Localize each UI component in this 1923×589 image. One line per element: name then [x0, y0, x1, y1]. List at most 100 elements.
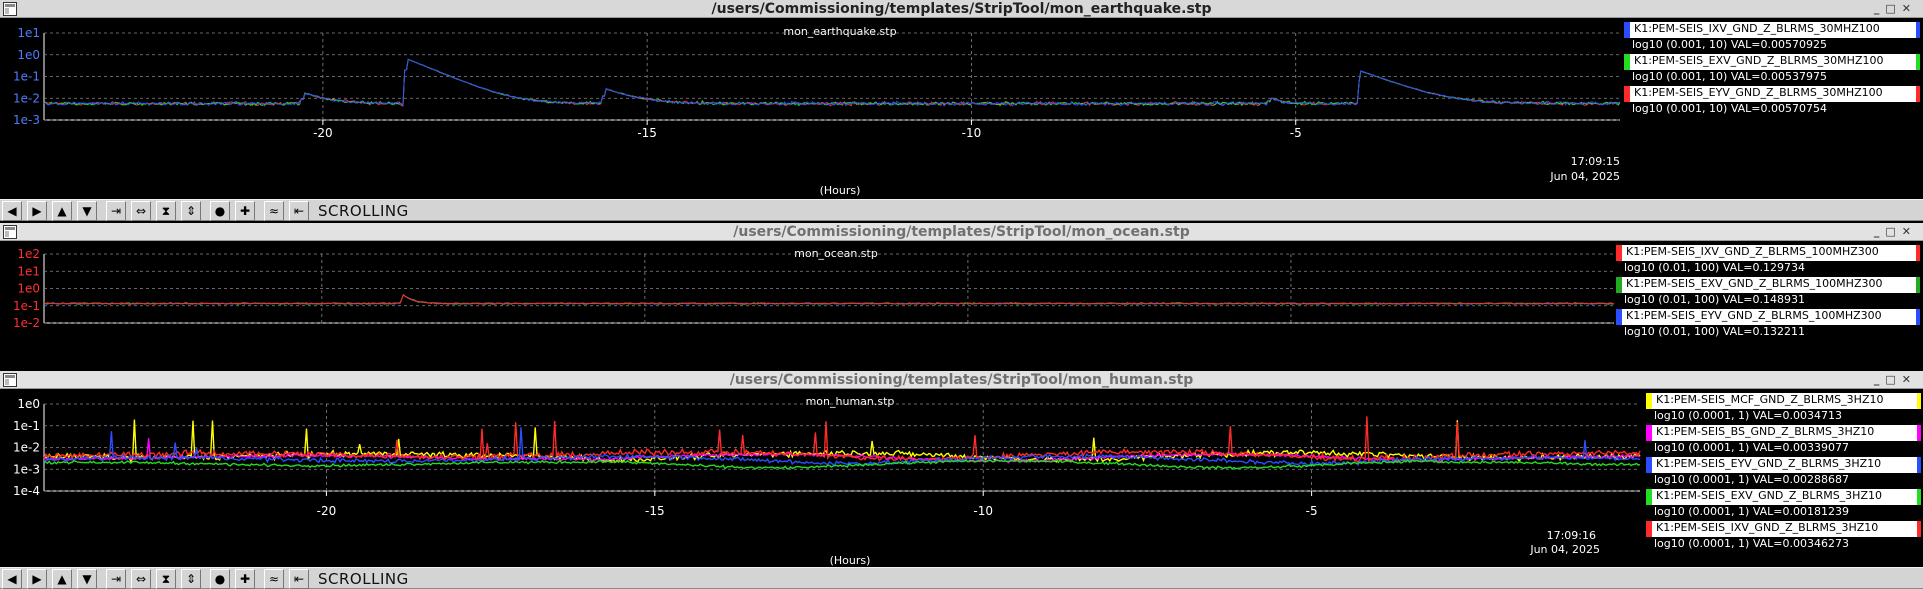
- series-trace: [43, 427, 1641, 467]
- legend-entry-name[interactable]: K1:PEM-SEIS_MCF_GND_Z_BLRMS_3HZ10: [1646, 393, 1921, 409]
- graph-options-icon[interactable]: ≈: [264, 569, 284, 589]
- ocean-legend: K1:PEM-SEIS_IXV_GND_Z_BLRMS_100MHZ300 lo…: [1616, 243, 1920, 339]
- window-titlebar[interactable]: /users/Commissioning/templates/StripTool…: [0, 371, 1923, 389]
- striptool-toolbar: ◀ ▶ ▲ ▼ ⇥ ⇔ ⧗ ⇕ ● ✚ ≈ ⇤ SCROLLING: [0, 567, 1923, 589]
- arrow-up-icon[interactable]: ▲: [52, 201, 72, 221]
- arrow-down-icon[interactable]: ▼: [77, 569, 97, 589]
- y-tick-label: 1e-4: [13, 484, 40, 498]
- add-icon[interactable]: ✚: [235, 569, 255, 589]
- x-axis-label: (Hours): [830, 554, 871, 567]
- legend-entry-name[interactable]: K1:PEM-SEIS_IXV_GND_Z_BLRMS_30MHZ100: [1624, 22, 1920, 38]
- series-trace: [44, 294, 1615, 306]
- legend-entry-name[interactable]: K1:PEM-SEIS_IXV_GND_Z_BLRMS_3HZ10: [1646, 521, 1921, 537]
- human-window: /users/Commissioning/templates/StripTool…: [0, 371, 1923, 589]
- plot-title: mon_ocean.stp: [794, 247, 878, 260]
- close-icon[interactable]: ✕: [1902, 223, 1917, 241]
- legend-entry-name[interactable]: K1:PEM-SEIS_BS_GND_Z_BLRMS_3HZ10: [1646, 425, 1921, 441]
- earthquake-legend: K1:PEM-SEIS_IXV_GND_Z_BLRMS_30MHZ100 log…: [1624, 20, 1920, 116]
- maximize-icon[interactable]: □: [1885, 0, 1901, 18]
- earthquake-window: /users/Commissioning/templates/StripTool…: [0, 0, 1923, 225]
- y-tick-label: 1e0: [17, 48, 40, 62]
- x-tick-label: -5: [1306, 504, 1318, 518]
- y-tick-label: 1e-3: [13, 462, 40, 476]
- legend-entry-range: log10 (0.01, 100) VAL=0.132211: [1624, 325, 1806, 338]
- legend-entry-range: log10 (0.0001, 1) VAL=0.00288687: [1654, 473, 1849, 486]
- minimize-icon[interactable]: _: [1874, 223, 1886, 241]
- zoom-in-horizontal-icon[interactable]: ⇥: [106, 201, 126, 221]
- y-tick-label: 1e1: [17, 26, 40, 40]
- timestamp-date: Jun 04, 2025: [1549, 170, 1620, 183]
- timestamp-time: 17:09:16: [1547, 529, 1596, 542]
- window-titlebar[interactable]: /users/Commissioning/templates/StripTool…: [0, 0, 1923, 18]
- arrow-up-icon[interactable]: ▲: [52, 569, 72, 589]
- y-tick-label: 1e-3: [13, 113, 40, 127]
- mode-label: SCROLLING: [318, 202, 409, 220]
- maximize-icon[interactable]: □: [1885, 223, 1901, 241]
- window-title: /users/Commissioning/templates/StripTool…: [733, 224, 1190, 240]
- human-plot[interactable]: mon_human.stp 1e0 1e-1 1e-2 1e-3 1e-4 -20 -15 -…: [0, 391, 1923, 589]
- y-tick-label: 1e2: [17, 247, 40, 261]
- exit-icon[interactable]: ⇤: [289, 201, 309, 221]
- legend-entry-range: log10 (0.0001, 1) VAL=0.00346273: [1654, 537, 1849, 550]
- arrow-down-icon[interactable]: ▼: [77, 201, 97, 221]
- exit-icon[interactable]: ⇤: [289, 569, 309, 589]
- zoom-out-horizontal-icon[interactable]: ⇔: [131, 201, 151, 221]
- legend-entry-name[interactable]: K1:PEM-SEIS_EYV_GND_Z_BLRMS_100MHZ300: [1616, 309, 1920, 325]
- minimize-icon[interactable]: _: [1874, 371, 1886, 389]
- x-tick-label: -15: [645, 504, 665, 518]
- y-tick-label: 1e-2: [13, 91, 40, 105]
- window-title: /users/Commissioning/templates/StripTool…: [711, 1, 1212, 17]
- close-icon[interactable]: ✕: [1902, 0, 1917, 18]
- x-axis-label: (Hours): [820, 184, 861, 197]
- striptool-app-icon: [3, 225, 17, 239]
- plot-title: mon_earthquake.stp: [783, 25, 896, 38]
- legend-entry-range: log10 (0.001, 10) VAL=0.00570925: [1632, 38, 1827, 51]
- zoom-out-vertical-icon[interactable]: ⇕: [181, 569, 201, 589]
- zoom-out-horizontal-icon[interactable]: ⇔: [131, 569, 151, 589]
- x-tick-label: -20: [313, 126, 333, 140]
- legend-entry-name[interactable]: K1:PEM-SEIS_IXV_GND_Z_BLRMS_100MHZ300: [1616, 245, 1920, 261]
- legend-entry-range: log10 (0.0001, 1) VAL=0.00181239: [1654, 505, 1849, 518]
- maximize-icon[interactable]: □: [1885, 371, 1901, 389]
- legend-entry-name[interactable]: K1:PEM-SEIS_EXV_GND_Z_BLRMS_100MHZ300: [1616, 277, 1920, 293]
- arrow-right-icon[interactable]: ▶: [27, 569, 47, 589]
- legend-entry-range: log10 (0.001, 10) VAL=0.00570754: [1632, 102, 1827, 115]
- y-tick-label: 1e-1: [13, 299, 40, 313]
- arrow-left-icon[interactable]: ◀: [2, 201, 22, 221]
- zoom-in-vertical-icon[interactable]: ⧗: [156, 569, 176, 589]
- y-tick-label: 1e-1: [13, 70, 40, 84]
- legend-entry-name[interactable]: K1:PEM-SEIS_EYV_GND_Z_BLRMS_3HZ10: [1646, 457, 1921, 473]
- y-tick-label: 1e-1: [13, 419, 40, 433]
- add-icon[interactable]: ✚: [235, 201, 255, 221]
- legend-entry-name[interactable]: K1:PEM-SEIS_EYV_GND_Z_BLRMS_30MHZ100: [1624, 86, 1920, 102]
- graph-options-icon[interactable]: ≈: [264, 201, 284, 221]
- legend-entry-name[interactable]: K1:PEM-SEIS_EXV_GND_Z_BLRMS_3HZ10: [1646, 489, 1921, 505]
- minimize-icon[interactable]: _: [1874, 0, 1886, 18]
- legend-entry-range: log10 (0.01, 100) VAL=0.148931: [1624, 293, 1806, 306]
- legend-entry-range: log10 (0.0001, 1) VAL=0.0034713: [1654, 409, 1842, 422]
- close-icon[interactable]: ✕: [1902, 371, 1917, 389]
- zoom-out-vertical-icon[interactable]: ⇕: [181, 201, 201, 221]
- ocean-window: /users/Commissioning/templates/StripTool…: [0, 223, 1923, 373]
- timestamp-time: 17:09:15: [1571, 155, 1620, 168]
- arrow-right-icon[interactable]: ▶: [27, 201, 47, 221]
- reset-icon[interactable]: ●: [210, 569, 230, 589]
- legend-entry-name[interactable]: K1:PEM-SEIS_EXV_GND_Z_BLRMS_30MHZ100: [1624, 54, 1920, 70]
- y-tick-label: 1e0: [17, 397, 40, 411]
- series-trace: [43, 293, 1615, 305]
- striptool-app-icon: [3, 2, 17, 16]
- y-tick-label: 1e0: [17, 282, 40, 296]
- series-trace: [43, 58, 1621, 107]
- reset-icon[interactable]: ●: [210, 201, 230, 221]
- legend-entry-range: log10 (0.001, 10) VAL=0.00537975: [1632, 70, 1827, 83]
- x-tick-label: -10: [962, 126, 982, 140]
- zoom-in-horizontal-icon[interactable]: ⇥: [106, 569, 126, 589]
- plot-title: mon_human.stp: [806, 395, 895, 408]
- arrow-left-icon[interactable]: ◀: [2, 569, 22, 589]
- x-tick-label: -10: [973, 504, 993, 518]
- x-tick-label: -15: [637, 126, 657, 140]
- striptool-app-icon: [3, 373, 17, 387]
- window-titlebar[interactable]: /users/Commissioning/templates/StripTool…: [0, 223, 1923, 241]
- y-tick-label: 1e-2: [13, 441, 40, 455]
- zoom-in-vertical-icon[interactable]: ⧗: [156, 201, 176, 221]
